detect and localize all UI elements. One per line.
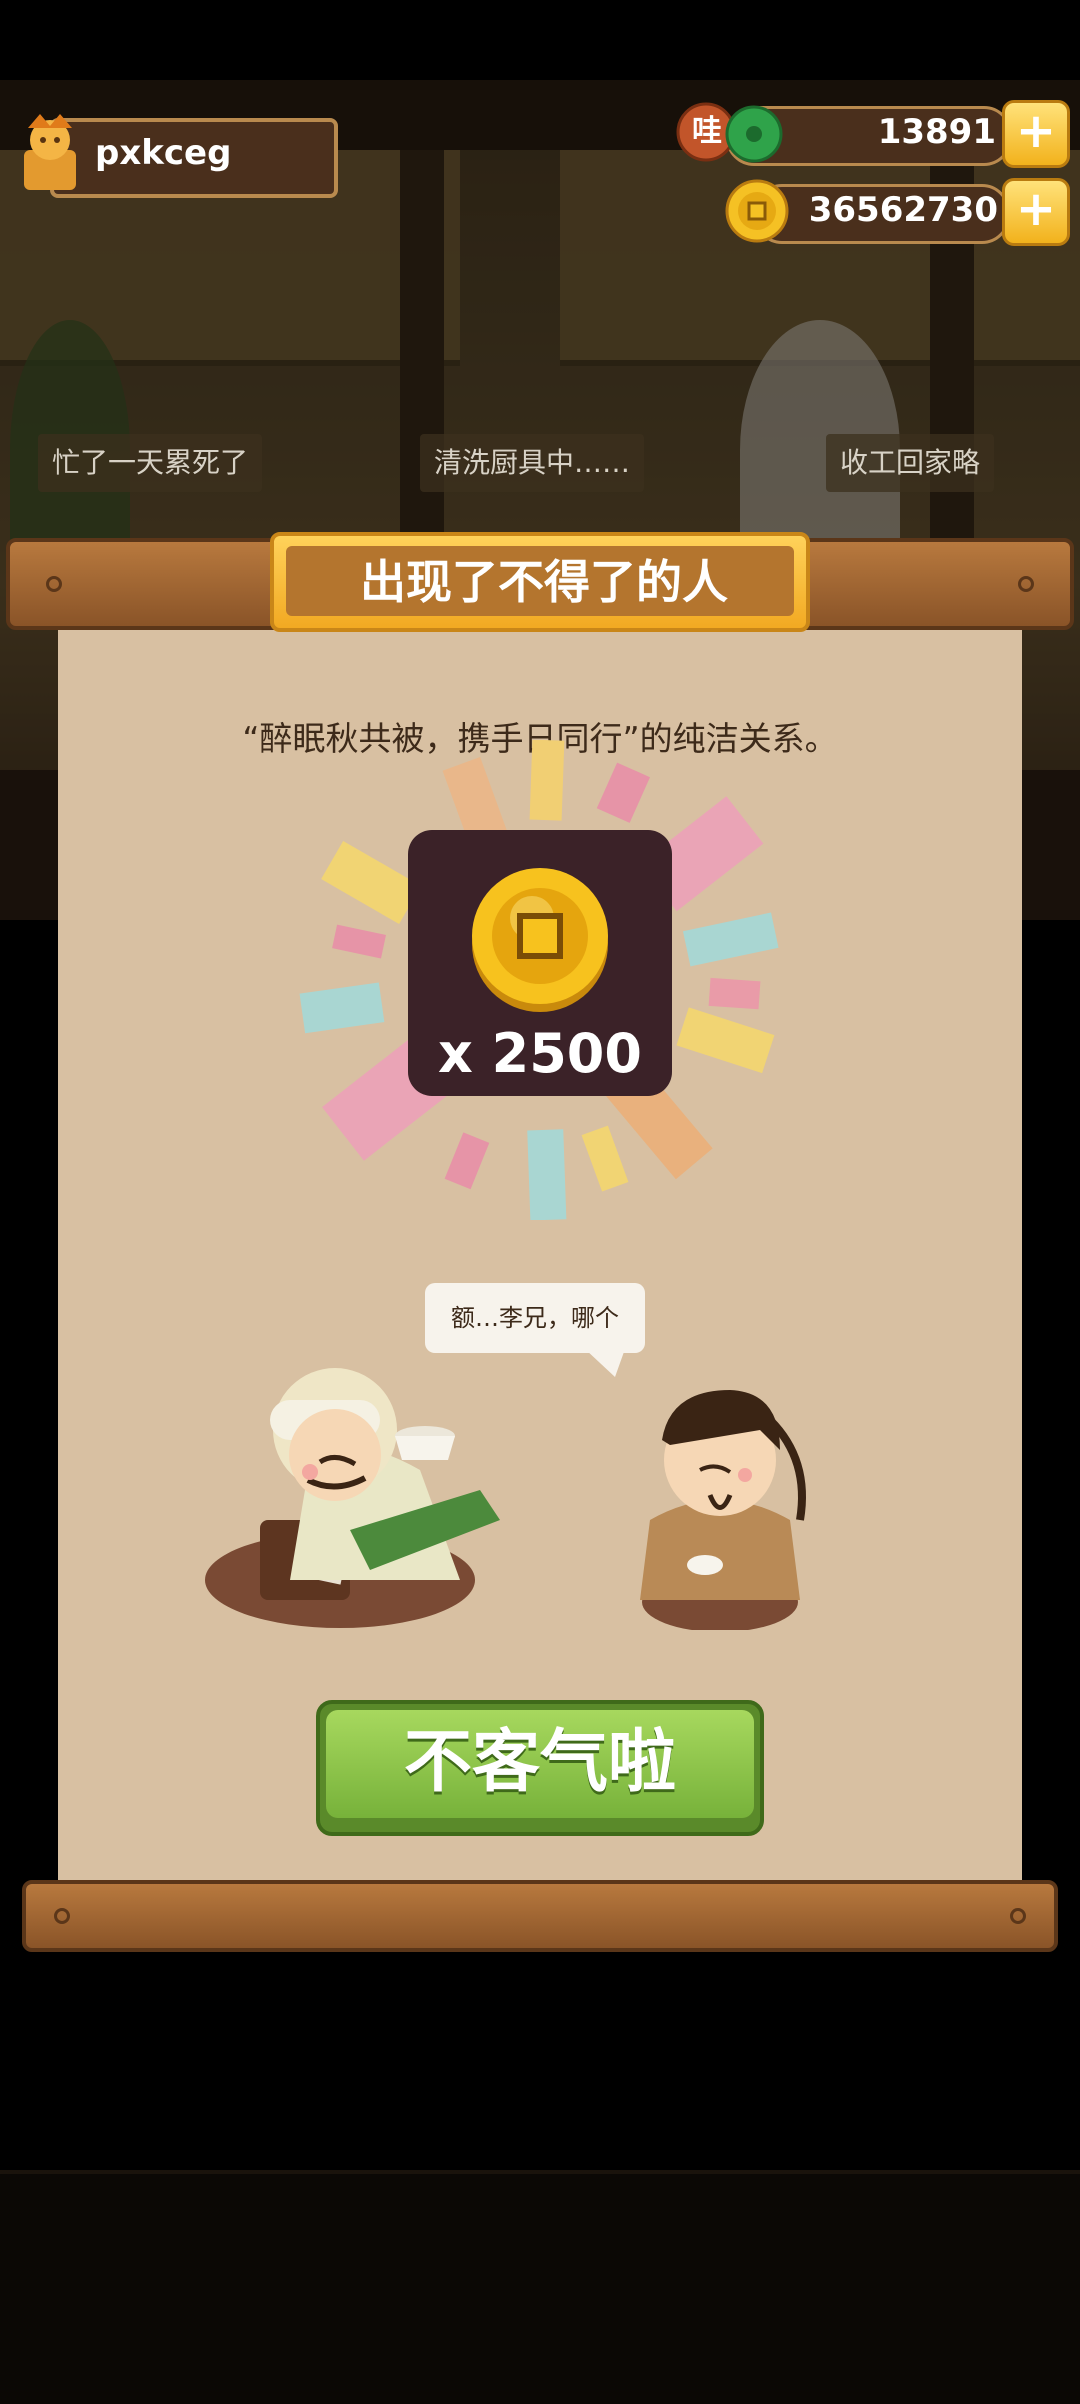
coin-icon [725,179,789,243]
title-plate: 出现了不得了的人 [270,532,810,632]
speech-right: 收工回家略 [826,434,995,492]
add-jade-button[interactable]: + [1002,100,1070,168]
player-name: pxkceg [95,133,232,173]
confirm-button[interactable]: 不客气啦 [316,1700,764,1836]
coin-reward-icon [472,868,608,1012]
rivet [1010,1908,1026,1924]
jade-value: 13891 [877,112,996,152]
coin-currency: 36562730 + [724,178,1072,246]
add-coin-button[interactable]: + [1002,178,1070,246]
rivet [1018,576,1034,592]
reward-card: x 2500 [408,830,672,1096]
jade-badge: 哇 [692,114,722,149]
dialog-title: 出现了不得了的人 [360,555,728,609]
speech-bubble-text: 额…李兄，哪个 [451,1304,619,1332]
reward-amount: x 2500 [438,1022,642,1085]
speech-center: 清洗厨具中…… [420,434,645,492]
player-avatar-icon [24,114,76,190]
rivet [46,576,62,592]
rivet [54,1908,70,1924]
jade-currency: 哇 13891 + [676,100,1072,168]
speech-bubble-tail [585,1349,625,1377]
confirm-button-label: 不客气啦 [403,1723,676,1802]
speech-bubble: 额…李兄，哪个 [425,1283,645,1377]
coin-value: 36562730 [808,190,998,230]
player-profile[interactable]: pxkceg [10,110,340,198]
scroll-bottom-rod [22,1880,1058,1952]
speech-left: 忙了一天累死了 [38,434,263,492]
bottom-area [0,2170,1080,2404]
